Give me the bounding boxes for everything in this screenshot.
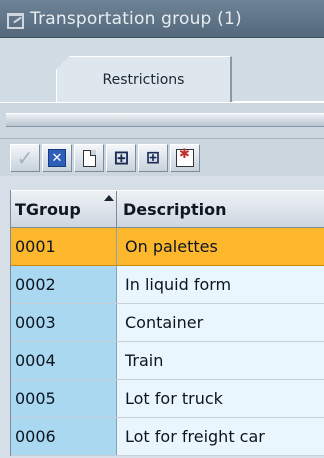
cancel-x-icon: ✕ [48,149,66,167]
transport-group-table: TGroup Description 0001 On palettes 0002… [10,190,324,456]
tgroup-cell[interactable]: 0003 [11,304,117,341]
new-document-icon [82,149,96,167]
separator-bar [6,113,324,127]
description-cell[interactable]: In liquid form [117,266,324,303]
select-star-icon [176,148,194,167]
tab-restrictions-label: Restrictions [102,71,185,88]
tgroup-cell[interactable]: 0002 [11,266,117,303]
column-header-description[interactable]: Description [117,191,324,227]
table-row[interactable]: 0004 Train [11,342,324,380]
description-cell[interactable]: On palettes [117,228,324,265]
description-cell[interactable]: Train [117,342,324,379]
window-menu-icon[interactable] [6,10,24,29]
separator-band [0,102,324,138]
binoculars-icon: ⊞ [113,146,130,169]
binoculars-plus-icon: ⊞ [145,147,161,168]
table-header: TGroup Description [11,190,324,228]
select-button[interactable] [170,144,200,172]
find-next-button[interactable]: ⊞ [138,144,168,172]
table-row[interactable]: 0003 Container [11,304,324,342]
title-bar[interactable]: Transportation group (1) [0,0,324,38]
window-title: Transportation group (1) [30,8,242,29]
dialog-window: Transportation group (1) Restrictions ✓ … [0,0,324,458]
tab-strip: Restrictions [0,38,324,102]
find-button[interactable]: ⊞ [106,144,136,172]
tab-restrictions[interactable]: Restrictions [56,56,232,102]
description-cell[interactable]: Container [117,304,324,341]
column-header-tgroup[interactable]: TGroup [11,191,117,227]
table-row[interactable]: 0001 On palettes [11,228,324,266]
tab-strip-baseline [233,94,324,102]
tgroup-cell[interactable]: 0006 [11,418,117,455]
description-cell[interactable]: Lot for truck [117,380,324,417]
new-entry-button[interactable] [74,144,104,172]
confirm-button[interactable]: ✓ [10,144,40,172]
table-row[interactable]: 0005 Lot for truck [11,380,324,418]
toolbar: ✓ ✕ ⊞ ⊞ [0,138,324,176]
tgroup-cell[interactable]: 0004 [11,342,117,379]
cancel-button[interactable]: ✕ [42,144,72,172]
table-row[interactable]: 0006 Lot for freight car [11,418,324,456]
tgroup-cell[interactable]: 0005 [11,380,117,417]
column-header-tgroup-label: TGroup [15,199,81,219]
tgroup-cell[interactable]: 0001 [11,228,117,265]
column-header-description-label: Description [123,199,227,219]
table-row[interactable]: 0002 In liquid form [11,266,324,304]
description-cell[interactable]: Lot for freight car [117,418,324,455]
check-icon: ✓ [16,146,34,170]
sort-ascending-icon [104,195,114,201]
